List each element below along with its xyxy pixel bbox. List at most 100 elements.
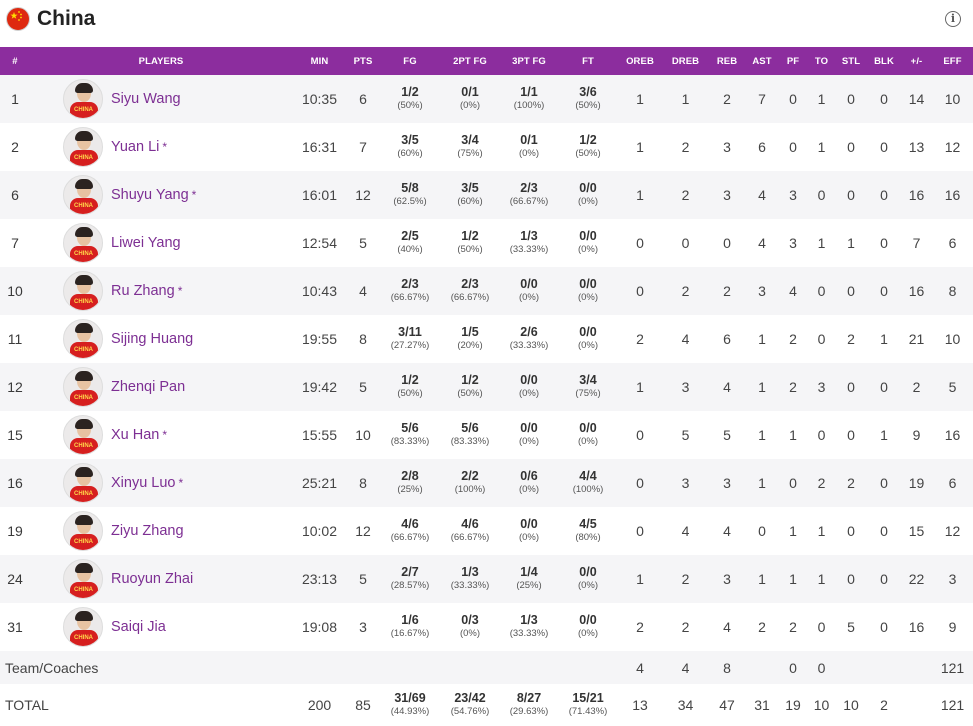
fg3-cell: 0/0 (0%) xyxy=(499,507,559,555)
fg2-cell-made-attempted: 23/42 xyxy=(454,691,486,705)
player-avatar[interactable]: CHINA xyxy=(63,367,103,407)
fg2-cell-made-attempted: 1/3 xyxy=(461,565,479,579)
pm-cell: 15 xyxy=(908,523,925,539)
player-avatar[interactable]: CHINA xyxy=(63,271,103,311)
pm-cell: 19 xyxy=(908,475,925,491)
player-number: 10 xyxy=(7,283,23,299)
ft-cell-percentage: (50%) xyxy=(575,100,601,111)
blk-cell xyxy=(867,651,901,684)
fg2-cell-made-attempted: 3/5 xyxy=(461,181,479,195)
col-3pt-fg-header[interactable]: 3PT FG xyxy=(499,47,559,75)
player-name-link[interactable]: Liwei Yang xyxy=(111,235,181,251)
ft-cell-percentage: (75%) xyxy=(575,388,601,399)
col-2pt-fg-header[interactable]: 2PT FG xyxy=(441,47,499,75)
fg-cell: 2/5 (40%) xyxy=(379,219,441,267)
col-stl-header[interactable]: STL xyxy=(835,47,867,75)
to-cell: 1 xyxy=(817,523,826,539)
player-cell: CHINA Yuan Li * xyxy=(30,123,292,171)
player-avatar[interactable]: CHINA xyxy=(63,415,103,455)
starter-marker: * xyxy=(177,284,183,298)
player-avatar[interactable]: CHINA xyxy=(63,223,103,263)
fg-cell-percentage: (25%) xyxy=(397,484,423,495)
stl-cell xyxy=(835,651,867,684)
player-avatar[interactable]: CHINA xyxy=(63,79,103,119)
info-icon[interactable]: i xyxy=(945,11,961,27)
col-plus-minus-header[interactable]: +/- xyxy=(901,47,932,75)
ft-cell-made-attempted: 3/4 xyxy=(579,373,597,387)
oreb-cell: 1 xyxy=(636,139,644,155)
player-name-link[interactable]: Shuyu Yang xyxy=(111,187,189,203)
col-to-header[interactable]: TO xyxy=(808,47,835,75)
ft-cell-made-attempted: 0/0 xyxy=(579,325,597,339)
points-cell: 85 xyxy=(355,697,371,713)
col-reb-header[interactable]: REB xyxy=(708,47,746,75)
fg2-cell-percentage: (50%) xyxy=(457,388,483,399)
col-pts-header[interactable]: PTS xyxy=(347,47,379,75)
ft-cell: 0/0 (0%) xyxy=(559,267,617,315)
player-name-link[interactable]: Sijing Huang xyxy=(111,331,193,347)
player-name-link[interactable]: Ruoyun Zhai xyxy=(111,571,193,587)
player-avatar[interactable]: CHINA xyxy=(63,463,103,503)
col-ast-header[interactable]: AST xyxy=(746,47,778,75)
fg3-cell: 1/3 (33.33%) xyxy=(499,603,559,651)
points-cell: 7 xyxy=(359,139,367,155)
player-avatar[interactable]: CHINA xyxy=(63,319,103,359)
player-avatar[interactable]: CHINA xyxy=(63,559,103,599)
player-avatar[interactable]: CHINA xyxy=(63,127,103,167)
reb-cell: 2 xyxy=(723,91,731,107)
fg2-cell: 1/2 (50%) xyxy=(441,219,499,267)
fg-cell: 5/8 (62.5%) xyxy=(379,171,441,219)
fg3-cell-percentage: (0%) xyxy=(518,388,540,399)
minutes-cell: 23:13 xyxy=(301,571,338,587)
player-name-link[interactable]: Ru Zhang xyxy=(111,283,175,299)
player-name-link[interactable]: Xu Han xyxy=(111,427,159,443)
col-players-header[interactable]: PLAYERS xyxy=(30,47,292,75)
jersey-text: CHINA xyxy=(74,251,93,257)
player-avatar[interactable]: CHINA xyxy=(63,175,103,215)
points-cell: 4 xyxy=(359,283,367,299)
ft-cell-percentage: (71.43%) xyxy=(568,706,608,717)
fg3-cell-made-attempted: 0/6 xyxy=(520,469,538,483)
player-name-link[interactable]: Xinyu Luo xyxy=(111,475,176,491)
col-dreb-header[interactable]: DREB xyxy=(663,47,708,75)
player-name-link[interactable]: Ziyu Zhang xyxy=(111,523,184,539)
fg-cell-made-attempted: 2/8 xyxy=(401,469,419,483)
ast-cell: 1 xyxy=(758,427,766,443)
player-name-link[interactable]: Siyu Wang xyxy=(111,91,181,107)
fg2-cell-percentage: (66.67%) xyxy=(450,292,490,303)
col-blk-header[interactable]: BLK xyxy=(867,47,901,75)
fg2-cell-made-attempted: 1/5 xyxy=(461,325,479,339)
col-eff-header[interactable]: EFF xyxy=(932,47,973,75)
col-min-header[interactable]: MIN xyxy=(292,47,347,75)
ft-cell: 4/5 (80%) xyxy=(559,507,617,555)
col-fg-header[interactable]: FG xyxy=(379,47,441,75)
stl-cell: 1 xyxy=(847,235,855,251)
ft-cell-percentage: (0%) xyxy=(577,244,599,255)
fg-cell-made-attempted: 3/11 xyxy=(398,325,422,339)
pm-cell: 7 xyxy=(912,235,921,251)
fg-cell-percentage: (16.67%) xyxy=(390,628,430,639)
player-name-link[interactable]: Zhenqi Pan xyxy=(111,379,185,395)
col-pf-header[interactable]: PF xyxy=(778,47,808,75)
player-avatar[interactable]: CHINA xyxy=(63,511,103,551)
player-avatar[interactable]: CHINA xyxy=(63,607,103,647)
fg3-cell: 0/6 (0%) xyxy=(499,459,559,507)
player-name-link[interactable]: Saiqi Jia xyxy=(111,619,166,635)
blk-cell: 0 xyxy=(880,139,888,155)
col-number-header[interactable]: # xyxy=(0,47,30,75)
oreb-cell: 1 xyxy=(636,379,644,395)
player-name-link[interactable]: Yuan Li xyxy=(111,139,159,155)
fg3-cell-made-attempted: 0/0 xyxy=(520,421,538,435)
fg-cell-percentage: (62.5%) xyxy=(393,196,427,207)
eff-cell: 121 xyxy=(940,697,965,713)
player-number: 12 xyxy=(7,379,23,395)
blk-cell: 0 xyxy=(880,235,888,251)
fg3-cell-percentage: (33.33%) xyxy=(509,340,549,351)
minutes-cell: 15:55 xyxy=(301,427,338,443)
fg-cell-made-attempted: 5/6 xyxy=(401,421,419,435)
reb-cell: 6 xyxy=(723,331,731,347)
jersey-text: CHINA xyxy=(74,107,93,113)
col-ft-header[interactable]: FT xyxy=(559,47,617,75)
fg3-cell-made-attempted: 8/27 xyxy=(516,691,542,705)
col-oreb-header[interactable]: OREB xyxy=(617,47,663,75)
